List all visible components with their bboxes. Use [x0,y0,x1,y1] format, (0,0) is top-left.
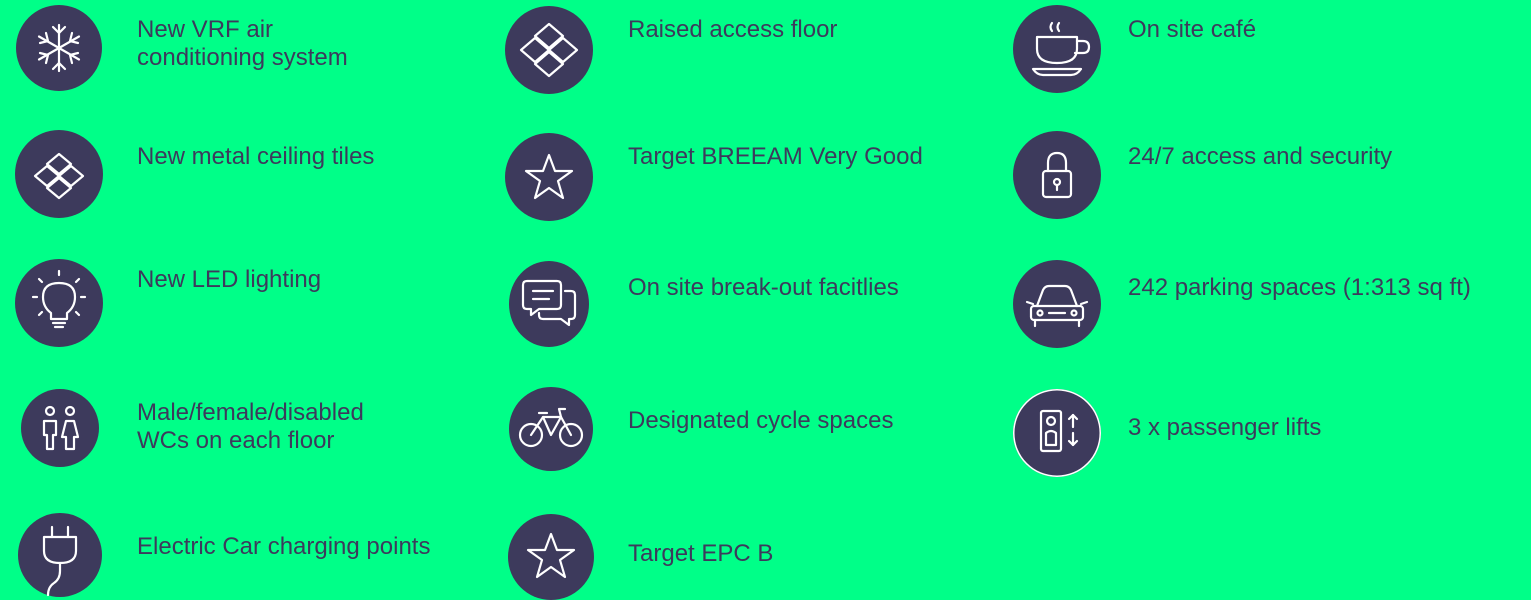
feature-label: Electric Car charging points [137,533,431,560]
electric-plug-icon [18,513,102,597]
feature-label: Target BREEAM Very Good [628,143,923,170]
feature-label: New VRF air [137,16,274,43]
coffee-cup-icon [1013,5,1101,93]
star-icon [505,133,593,221]
ceiling-tiles-icon [15,130,103,218]
snowflake-icon [16,5,102,91]
floor-tiles-icon [505,6,593,94]
feature-label: New LED lighting [137,266,322,293]
bicycle-icon [509,387,593,471]
feature-label: 3 x passenger lifts [1128,414,1322,441]
feature-label: Raised access floor [628,16,838,43]
lift-icon [1013,389,1101,477]
feature-label: 242 parking spaces (1:313 sq ft) [1128,274,1471,301]
feature-label: New metal ceiling tiles [137,143,375,170]
padlock-icon [1013,131,1101,219]
feature-label: On site café [1128,16,1257,43]
feature-label: WCs on each floor [137,427,335,454]
feature-label: conditioning system [137,44,348,71]
feature-label: Designated cycle spaces [628,407,894,434]
speech-bubbles-icon [509,261,589,347]
feature-label: Male/female/disabled [137,399,364,426]
star-icon [508,514,594,600]
car-icon [1013,260,1101,348]
feature-label: 24/7 access and security [1128,143,1393,170]
feature-label: On site break-out facitlies [628,274,899,301]
feature-label: Target EPC B [628,540,774,567]
toilets-icon [21,389,99,467]
light-bulb-icon [15,259,103,347]
